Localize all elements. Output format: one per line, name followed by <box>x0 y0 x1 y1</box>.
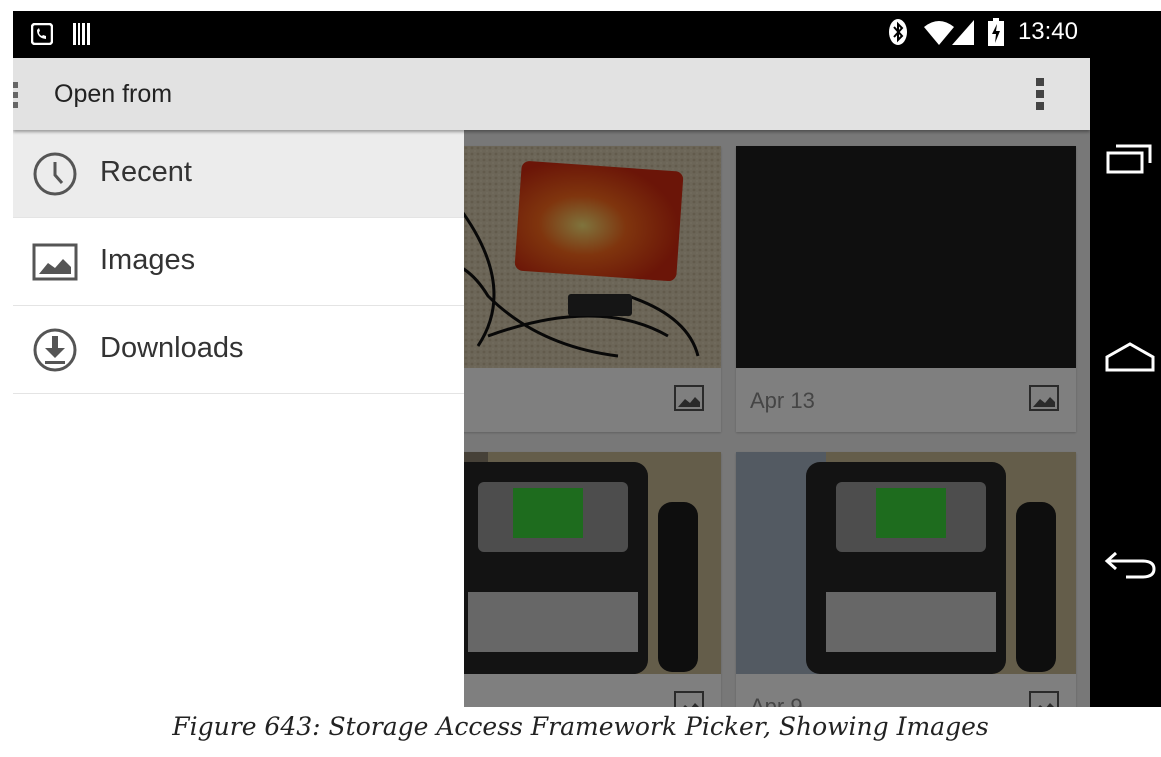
barcode-notification-icon <box>73 23 90 45</box>
status-bar-system: 13:40 <box>888 18 1078 46</box>
clock-time: 13:40 <box>1017 18 1078 45</box>
status-bar-notifications <box>31 23 91 45</box>
device-screen: 13:40 Open from Recent Images Downloads <box>13 11 1161 707</box>
back-icon[interactable] <box>1104 549 1156 581</box>
figure-caption: Figure 643: Storage Access Framework Pic… <box>172 712 989 741</box>
drawer-item-recent[interactable]: Recent <box>13 130 464 218</box>
drawer-indicator-icon[interactable] <box>13 80 21 110</box>
navigation-drawer: Recent Images Downloads <box>13 130 464 707</box>
drawer-item-images[interactable]: Images <box>13 218 464 306</box>
battery-charging-icon <box>987 18 1004 46</box>
system-nav-bar <box>1090 11 1161 707</box>
recent-apps-icon[interactable] <box>1106 141 1154 175</box>
wifi-icon <box>923 21 954 45</box>
image-icon <box>32 243 78 281</box>
status-bar: 13:40 <box>13 11 1090 58</box>
cell-signal-icon <box>951 20 974 45</box>
overflow-menu-icon[interactable] <box>1034 76 1046 112</box>
drawer-item-label: Images <box>100 244 196 276</box>
home-icon[interactable] <box>1104 341 1156 373</box>
talk-notification-icon <box>31 23 53 45</box>
app-bar: Open from <box>13 58 1090 130</box>
drawer-item-label: Recent <box>100 156 192 188</box>
bluetooth-icon <box>888 19 907 45</box>
app-bar-title: Open from <box>54 80 173 108</box>
clock-icon <box>33 152 77 196</box>
download-icon <box>33 328 77 372</box>
drawer-item-label: Downloads <box>100 332 244 364</box>
drawer-item-downloads[interactable]: Downloads <box>13 306 464 394</box>
